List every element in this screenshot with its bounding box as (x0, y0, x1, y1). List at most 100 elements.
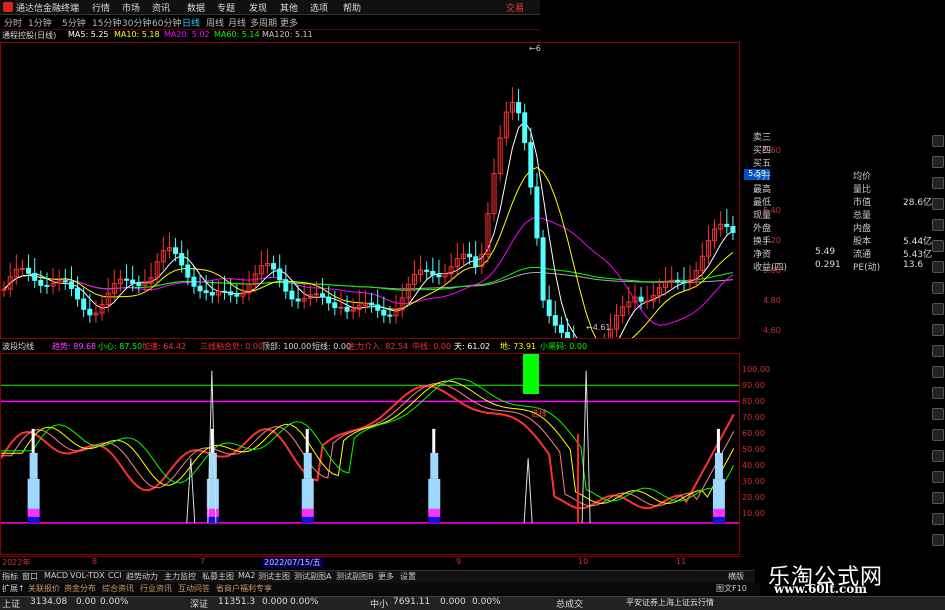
menu-item[interactable]: 行情 (92, 1, 110, 14)
candle-body (81, 298, 87, 310)
toolbar-icon[interactable] (932, 177, 944, 189)
tab[interactable]: 图文F10 (716, 583, 747, 594)
date-label: 2022年 (2, 558, 31, 567)
quote-label: 卖三 (753, 133, 772, 143)
tab[interactable]: 测试副图B (336, 571, 374, 582)
toolbar-icon[interactable] (932, 429, 944, 441)
trade-button[interactable]: 交易 (506, 1, 524, 14)
tab[interactable]: 行业资讯 (140, 583, 172, 594)
menu-item[interactable]: 市场 (122, 1, 140, 14)
toolbar-icon[interactable] (932, 366, 944, 378)
toolbar-icon[interactable] (932, 135, 944, 147)
indicator-value: 顶部: 100.00 (262, 342, 312, 351)
candle-body (1, 288, 7, 291)
quote-row: 外盘 内盘 (753, 221, 933, 234)
period-tab[interactable]: 1分钟 (28, 16, 52, 29)
indicator-chart-pane[interactable]: 选择 (0, 353, 740, 555)
quote-row: 最高 量比 (753, 182, 933, 195)
indicator-line (1, 380, 735, 505)
indicator-tick: 30.00 (742, 477, 765, 486)
candle-body (516, 101, 522, 114)
toolbar-icon[interactable] (932, 303, 944, 315)
period-tab[interactable]: 周线 (206, 16, 224, 29)
tab[interactable]: MA2 (238, 571, 255, 580)
tab[interactable]: 私募主图 (202, 571, 234, 582)
candle-body (546, 299, 552, 317)
candle-body (313, 293, 319, 296)
signal-bar (432, 428, 436, 453)
toolbar-icon[interactable] (932, 198, 944, 210)
candle-body (179, 253, 185, 266)
tab[interactable]: 更多 (378, 571, 394, 582)
tab[interactable]: 关联报价 (28, 583, 60, 594)
indicator-value: 趋势: 89.68 (52, 342, 97, 351)
menu-item[interactable]: 数据 (187, 1, 205, 14)
period-tab[interactable]: 60分钟 (152, 16, 181, 29)
toolbar-icon[interactable] (932, 492, 944, 504)
indicator-info-bar: 波段均线 趋势: 89.68 小心: 87.50 加速: 64.42 三线粘合处… (0, 341, 740, 353)
toolbar-icon[interactable] (932, 408, 944, 420)
date-label: 7 (200, 557, 206, 566)
tab[interactable]: 指标 (2, 571, 18, 582)
toolbar-icon[interactable] (932, 471, 944, 483)
indicator-name: 波段均线 (2, 342, 34, 351)
toolbar-icon[interactable] (932, 387, 944, 399)
menu-item[interactable]: 帮助 (343, 1, 361, 14)
signal-bar (27, 508, 40, 517)
period-tab[interactable]: 更多 (280, 16, 298, 29)
menu-item[interactable]: 资讯 (152, 1, 170, 14)
toolbar-icon[interactable] (932, 156, 944, 168)
indicator-tab-bar: 指标 窗口 MACD VOL-TDX CCI 趋势动力 主力监控 私募主图 MA… (0, 570, 755, 583)
toolbar-icon[interactable] (932, 345, 944, 357)
tab[interactable]: 扩展↑ (2, 583, 25, 594)
candle-body (62, 280, 68, 283)
tab[interactable]: 省商户福利专享 (216, 583, 272, 594)
index-value: 11351.3 (218, 597, 256, 607)
period-tab[interactable]: 15分钟 (92, 16, 121, 29)
menu-item[interactable]: 专题 (217, 1, 235, 14)
toolbar-icon[interactable] (932, 513, 944, 525)
toolbar-icon[interactable] (932, 219, 944, 231)
candle-body (130, 279, 136, 284)
quote-label: 净资 (753, 250, 772, 260)
menu-item[interactable]: 选项 (310, 1, 328, 14)
tab[interactable]: 设置 (400, 571, 416, 582)
tab[interactable]: 窗口 (22, 571, 38, 582)
toolbar-icon[interactable] (932, 240, 944, 252)
period-tab[interactable]: 月线 (228, 16, 246, 29)
tab[interactable]: MACD (44, 571, 68, 580)
quote-panel: 卖三 买四 买五 今开 均价 最高 量比 最低 市值 28.6亿 现量 总量 外盘 内盘 换手 股本 5.44亿… (753, 130, 933, 275)
toolbar-icon[interactable] (932, 324, 944, 336)
kline-chart-pane[interactable]: ←6 ←4.61 (0, 42, 740, 339)
tab[interactable]: VOL-TDX (70, 571, 105, 580)
period-tab[interactable]: 30分钟 (122, 16, 151, 29)
indicator-tick: 70.00 (742, 413, 765, 422)
toolbar-icon[interactable] (932, 282, 944, 294)
indicator-value: 短线: 0.00 (312, 342, 352, 351)
indicator-tick: 100.00 (742, 365, 770, 374)
tab[interactable]: 趋势动力 (126, 571, 158, 582)
toolbar-icon[interactable] (932, 450, 944, 462)
signal-bar (428, 516, 441, 523)
menu-item[interactable]: 发现 (249, 1, 267, 14)
toolbar-icon[interactable] (932, 261, 944, 273)
tab[interactable]: 横版 (728, 571, 744, 582)
candle-body (644, 300, 650, 303)
tab[interactable]: 资金分布 (64, 583, 96, 594)
tab[interactable]: 主力监控 (164, 571, 196, 582)
spike-line (523, 458, 533, 523)
index-label: 深证 (190, 600, 209, 610)
low-price-mark: ←4.61 (586, 323, 611, 332)
tab[interactable]: 互动问答 (178, 583, 210, 594)
tab[interactable]: 综合资讯 (102, 583, 134, 594)
period-tab[interactable]: 多周期 (250, 16, 277, 29)
tab[interactable]: 测试主图 (258, 571, 290, 582)
date-label: 11 (676, 557, 687, 566)
tab[interactable]: 测试副图A (294, 571, 331, 582)
period-tab[interactable]: 分时 (4, 16, 22, 29)
tab[interactable]: CCI (108, 571, 122, 580)
menu-item[interactable]: 其他 (280, 1, 298, 14)
period-tab-active[interactable]: 日线 (182, 16, 200, 29)
toolbar-icon[interactable] (932, 534, 944, 546)
period-tab[interactable]: 5分钟 (62, 16, 86, 29)
